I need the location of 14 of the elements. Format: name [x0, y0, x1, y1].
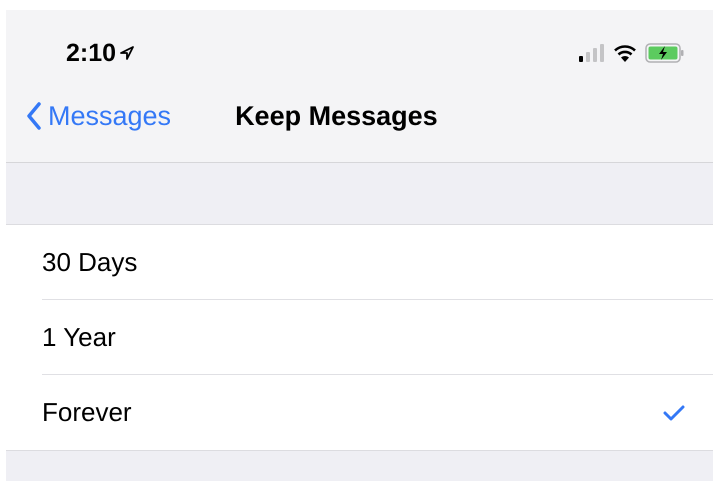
- option-row[interactable]: Forever: [42, 375, 713, 450]
- option-row[interactable]: 1 Year: [42, 300, 713, 375]
- battery-charging-icon: [645, 43, 685, 63]
- option-label: 30 Days: [42, 246, 138, 278]
- screen-title: Keep Messages: [235, 100, 438, 132]
- location-arrow-icon: [119, 45, 136, 61]
- option-label: 1 Year: [42, 322, 116, 352]
- option-label: Forever: [42, 397, 132, 428]
- wifi-icon: [613, 44, 637, 62]
- option-row[interactable]: 30 Days: [42, 225, 713, 300]
- status-time: 2:10: [66, 38, 116, 68]
- signal-icon: [579, 44, 605, 62]
- back-chevron-icon: [26, 102, 42, 130]
- back-button[interactable]: Messages: [26, 100, 172, 132]
